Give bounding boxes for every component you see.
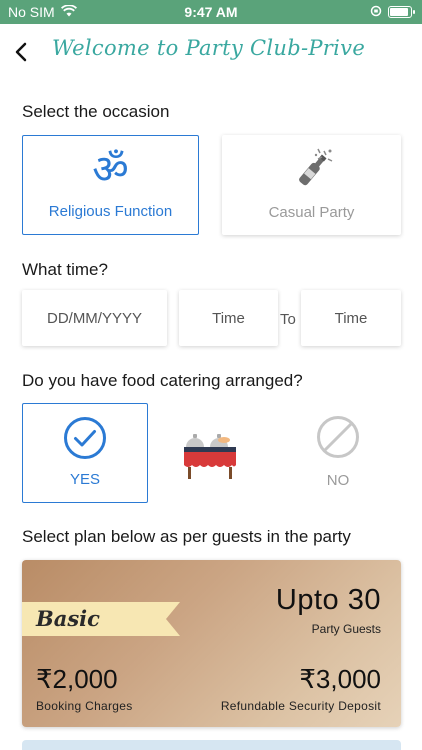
occasion-religious-function[interactable]: ॐ Religious Function: [22, 135, 199, 235]
deposit-label: Refundable Security Deposit: [220, 699, 381, 713]
plan-card-next[interactable]: [22, 740, 401, 750]
start-time-field[interactable]: Time: [179, 290, 278, 346]
header: Welcome to Party Club-Prive: [0, 24, 422, 80]
booking-label: Booking Charges: [36, 699, 133, 713]
time-heading: What time?: [22, 260, 108, 279]
battery-icon: [388, 6, 415, 18]
food-heading: Do you have food catering arranged?: [22, 371, 303, 390]
occasion-heading: Select the occasion: [22, 102, 170, 121]
prohibited-icon: [316, 415, 360, 464]
end-time-field[interactable]: Time: [301, 290, 401, 346]
yes-label: YES: [69, 471, 100, 488]
food-no-option[interactable]: NO: [277, 403, 399, 503]
page-title: Welcome to Party Club-Prive: [52, 36, 366, 60]
check-circle-icon: [63, 416, 107, 465]
booking-price: ₹2,000: [36, 664, 118, 694]
deposit-price: ₹3,000: [299, 664, 381, 694]
buffet-icon: [180, 423, 240, 488]
plan-name: Basic: [36, 606, 100, 631]
status-bar: No SIM 9:47 AM: [0, 0, 422, 24]
plan-guests: Upto 30: [275, 584, 381, 616]
date-field[interactable]: DD/MM/YYYY: [22, 290, 167, 346]
plan-card-basic[interactable]: Basic Upto 30 Party Guests ₹2,000 Bookin…: [22, 560, 401, 727]
rotation-lock-icon: [370, 4, 382, 20]
occasion-label: Casual Party: [268, 204, 355, 221]
occasion-casual-party[interactable]: Casual Party: [222, 135, 401, 235]
champagne-icon: [288, 145, 336, 196]
to-label: To: [280, 311, 296, 328]
no-label: NO: [326, 472, 350, 489]
back-arrow-icon[interactable]: [12, 38, 32, 66]
clock: 9:47 AM: [184, 4, 238, 20]
occasion-label: Religious Function: [48, 203, 173, 220]
om-icon: ॐ: [92, 147, 129, 193]
plan-heading: Select plan below as per guests in the p…: [22, 527, 351, 546]
food-yes-option[interactable]: YES: [22, 403, 148, 503]
plan-guests-label: Party Guests: [311, 622, 381, 636]
